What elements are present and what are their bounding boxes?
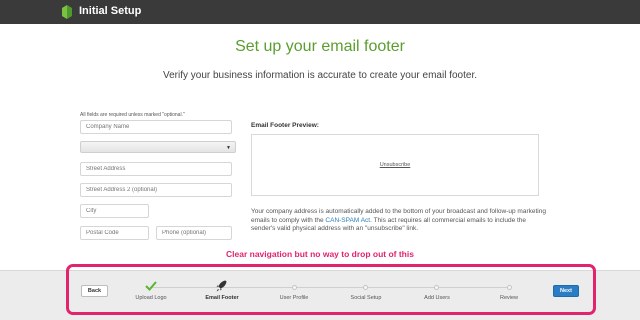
top-bar: Initial Setup	[0, 0, 640, 24]
phone-input[interactable]	[156, 226, 232, 240]
country-select[interactable]: ▼	[80, 141, 236, 153]
annotation-caption: Clear navigation but no way to drop out …	[226, 249, 414, 259]
annotation-highlight-box	[66, 264, 596, 315]
street-address-input[interactable]	[80, 162, 232, 176]
unsubscribe-link[interactable]: Unsubscribe	[252, 162, 538, 168]
required-fields-note: All fields are required unless marked "o…	[80, 112, 185, 118]
street-address-2-input[interactable]	[80, 183, 232, 197]
page-title: Set up your email footer	[235, 38, 405, 55]
can-spam-act-link[interactable]: CAN-SPAM Act	[325, 217, 370, 224]
chevron-down-icon: ▼	[226, 145, 231, 151]
compliance-info-text: Your company address is automatically ad…	[251, 208, 546, 234]
page-subtitle: Verify your business information is accu…	[162, 70, 478, 81]
app-title: Initial Setup	[79, 5, 142, 17]
initial-setup-logo-icon	[62, 5, 72, 19]
postal-code-input[interactable]	[80, 226, 149, 240]
city-input[interactable]	[80, 204, 149, 218]
email-footer-preview: Unsubscribe	[251, 134, 539, 196]
email-footer-preview-label: Email Footer Preview:	[251, 122, 319, 129]
company-name-input[interactable]	[80, 120, 232, 134]
